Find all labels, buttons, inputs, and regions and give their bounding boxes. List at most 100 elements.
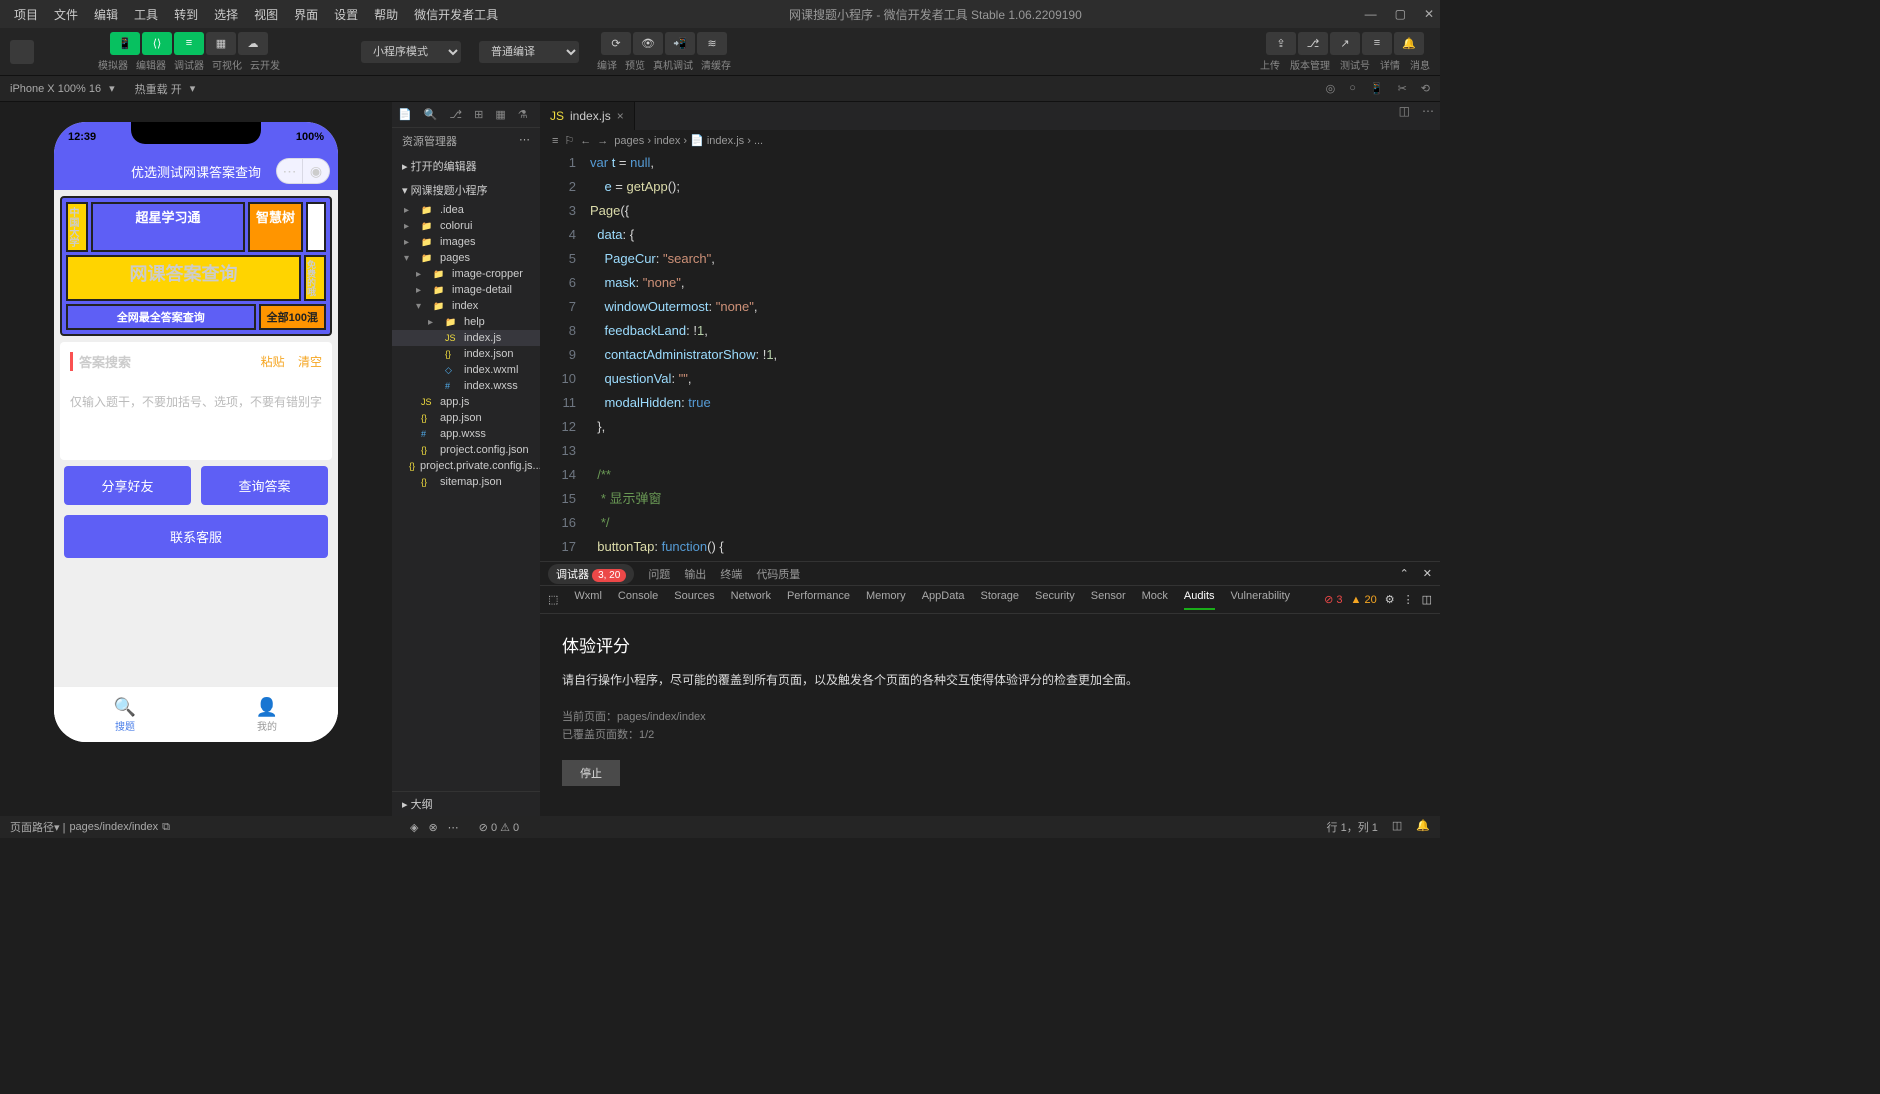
contact-button[interactable]: 联系客服 — [64, 515, 328, 558]
inspect-icon[interactable]: ⬚ — [548, 593, 558, 606]
opened-editors-section[interactable]: ▸ 打开的编辑器 — [392, 154, 540, 178]
tree-item-sitemap.json[interactable]: {}sitemap.json — [392, 474, 540, 490]
more-icon[interactable]: ⋯ — [519, 133, 530, 149]
query-button[interactable]: 查询答案 — [201, 466, 328, 505]
dt-tab-调试器[interactable]: 调试器 3, 20 — [548, 564, 634, 584]
more-icon[interactable]: ⋯ — [1422, 104, 1434, 118]
project-section[interactable]: ▾ 网课搜题小程序 — [392, 178, 540, 202]
dt2-tab-Sensor[interactable]: Sensor — [1091, 590, 1126, 610]
capsule-close-icon[interactable]: ◉ — [303, 159, 329, 183]
tree-item-image-cropper[interactable]: ▸ 📁image-cropper — [392, 266, 540, 282]
layout-icon[interactable]: ◫ — [1392, 819, 1402, 835]
clear-button[interactable]: 清空 — [298, 355, 322, 369]
tab-mine[interactable]: 👤我的 — [196, 687, 338, 742]
debugger-button[interactable]: ≡ — [174, 32, 204, 55]
dt-tab-输出[interactable]: 输出 — [684, 566, 706, 582]
close-icon[interactable]: ✕ — [1423, 567, 1432, 580]
capsule-menu-icon[interactable]: ⋯ — [277, 159, 303, 183]
stop-button[interactable]: 停止 — [562, 760, 620, 786]
error-count[interactable]: ⊘ 3 — [1324, 593, 1342, 606]
tree-item-index.wxml[interactable]: ◇index.wxml — [392, 362, 540, 378]
dt2-tab-Security[interactable]: Security — [1035, 590, 1075, 610]
warning-count[interactable]: ▲ 20 — [1351, 594, 1377, 606]
menu-项目[interactable]: 项目 — [6, 2, 46, 27]
cloud-button[interactable]: ☁ — [238, 32, 268, 55]
tree-item-app.wxss[interactable]: #app.wxss — [392, 426, 540, 442]
tree-item-app.json[interactable]: {}app.json — [392, 410, 540, 426]
split-icon[interactable]: ◫ — [1399, 104, 1410, 118]
menu-文件[interactable]: 文件 — [46, 2, 86, 27]
menu-界面[interactable]: 界面 — [286, 2, 326, 27]
share-button[interactable]: 分享好友 — [64, 466, 191, 505]
dt2-tab-Vulnerability[interactable]: Vulnerability — [1231, 590, 1291, 610]
hot-reload-toggle[interactable]: 热重载 开 — [135, 81, 182, 97]
page-path[interactable]: pages/index/index — [69, 821, 158, 833]
record-icon[interactable]: ○ — [1349, 82, 1356, 95]
maximize-icon[interactable]: ▢ — [1395, 7, 1406, 21]
dt2-tab-Wxml[interactable]: Wxml — [574, 590, 602, 610]
gear-icon[interactable]: ⚙ — [1385, 593, 1395, 606]
menu-帮助[interactable]: 帮助 — [366, 2, 406, 27]
close-icon[interactable]: ✕ — [1424, 7, 1434, 21]
tree-item-project.private.config.js...[interactable]: {}project.private.config.js... — [392, 458, 540, 474]
clear-cache-button[interactable]: ≋ — [697, 32, 727, 55]
dt2-tab-Storage[interactable]: Storage — [981, 590, 1020, 610]
testid-button[interactable]: ↗ — [1330, 32, 1360, 55]
minimize-icon[interactable]: — — [1365, 7, 1377, 21]
upload-button[interactable]: ⇪ — [1266, 32, 1296, 55]
phone-content[interactable]: 中国大学 超星学习通 智慧树 网课答案查询 免费的哦 全网最全答案查询 全部10… — [54, 190, 338, 742]
code-editor[interactable]: 12345678910111213141516171819 var t = nu… — [540, 151, 1440, 561]
menu-视图[interactable]: 视图 — [246, 2, 286, 27]
dock-icon[interactable]: ◫ — [1422, 593, 1432, 606]
avatar[interactable] — [10, 40, 34, 64]
compass-icon[interactable]: ◈ — [410, 821, 418, 834]
dt2-tab-Memory[interactable]: Memory — [866, 590, 906, 610]
menu-设置[interactable]: 设置 — [326, 2, 366, 27]
more-icon[interactable]: ⋯ — [448, 821, 459, 834]
dt-tab-问题[interactable]: 问题 — [648, 566, 670, 582]
compile-button[interactable]: ⟳ — [601, 32, 631, 55]
dt2-tab-Network[interactable]: Network — [731, 590, 771, 610]
editor-tab[interactable]: JS index.js × — [540, 102, 635, 130]
tree-item-project.config.json[interactable]: {}project.config.json — [392, 442, 540, 458]
files-icon[interactable]: 📄 — [398, 108, 412, 121]
dt2-tab-AppData[interactable]: AppData — [922, 590, 965, 610]
bookmark-icon[interactable]: ⚐ — [564, 134, 574, 147]
version-button[interactable]: ⎇ — [1298, 32, 1328, 55]
dt2-tab-Audits[interactable]: Audits — [1184, 590, 1215, 610]
back-icon[interactable]: ← — [580, 135, 591, 147]
paste-button[interactable]: 粘贴 — [261, 355, 285, 369]
problems-counter[interactable]: ⊘ 0 ⚠ 0 — [479, 821, 519, 834]
tree-item-index.wxss[interactable]: #index.wxss — [392, 378, 540, 394]
close-circle-icon[interactable]: ⊗ — [428, 821, 437, 834]
detail-button[interactable]: ≡ — [1362, 32, 1392, 55]
struct-icon[interactable]: ▦ — [495, 108, 505, 121]
compile-select[interactable]: 普通编译 — [479, 41, 579, 63]
tree-item-.idea[interactable]: ▸ 📁.idea — [392, 202, 540, 218]
collapse-icon[interactable]: ⌃ — [1400, 567, 1409, 580]
dt2-tab-Sources[interactable]: Sources — [674, 590, 714, 610]
menu-选择[interactable]: 选择 — [206, 2, 246, 27]
device-select[interactable]: iPhone X 100% 16 — [10, 83, 101, 95]
tree-item-index.js[interactable]: JSindex.js — [392, 330, 540, 346]
dt-tab-代码质量[interactable]: 代码质量 — [756, 566, 800, 582]
preview-button[interactable]: 👁 — [633, 32, 663, 55]
tab-close-icon[interactable]: × — [617, 109, 624, 123]
cursor-position[interactable]: 行 1，列 1 — [1327, 819, 1378, 835]
visual-button[interactable]: ▦ — [206, 32, 236, 55]
menu-微信开发者工具[interactable]: 微信开发者工具 — [406, 2, 506, 27]
tree-item-app.js[interactable]: JSapp.js — [392, 394, 540, 410]
forward-icon[interactable]: → — [597, 135, 608, 147]
dt2-tab-Mock[interactable]: Mock — [1142, 590, 1168, 610]
copy-icon[interactable]: ⧉ — [162, 821, 170, 834]
tree-item-index.json[interactable]: {}index.json — [392, 346, 540, 362]
ext-icon[interactable]: ⊞ — [474, 108, 483, 121]
editor-button[interactable]: ⟨⟩ — [142, 32, 172, 55]
target-icon[interactable]: ◎ — [1326, 82, 1336, 95]
beaker-icon[interactable]: ⚗ — [518, 108, 528, 121]
git-icon[interactable]: ⎇ — [449, 108, 462, 121]
tree-item-images[interactable]: ▸ 📁images — [392, 234, 540, 250]
tree-item-pages[interactable]: ▾ 📁pages — [392, 250, 540, 266]
search-input[interactable]: 仅输入题干，不要加括号、选项，不要有错别字 — [70, 379, 322, 450]
tab-search[interactable]: 🔍搜题 — [54, 687, 196, 742]
